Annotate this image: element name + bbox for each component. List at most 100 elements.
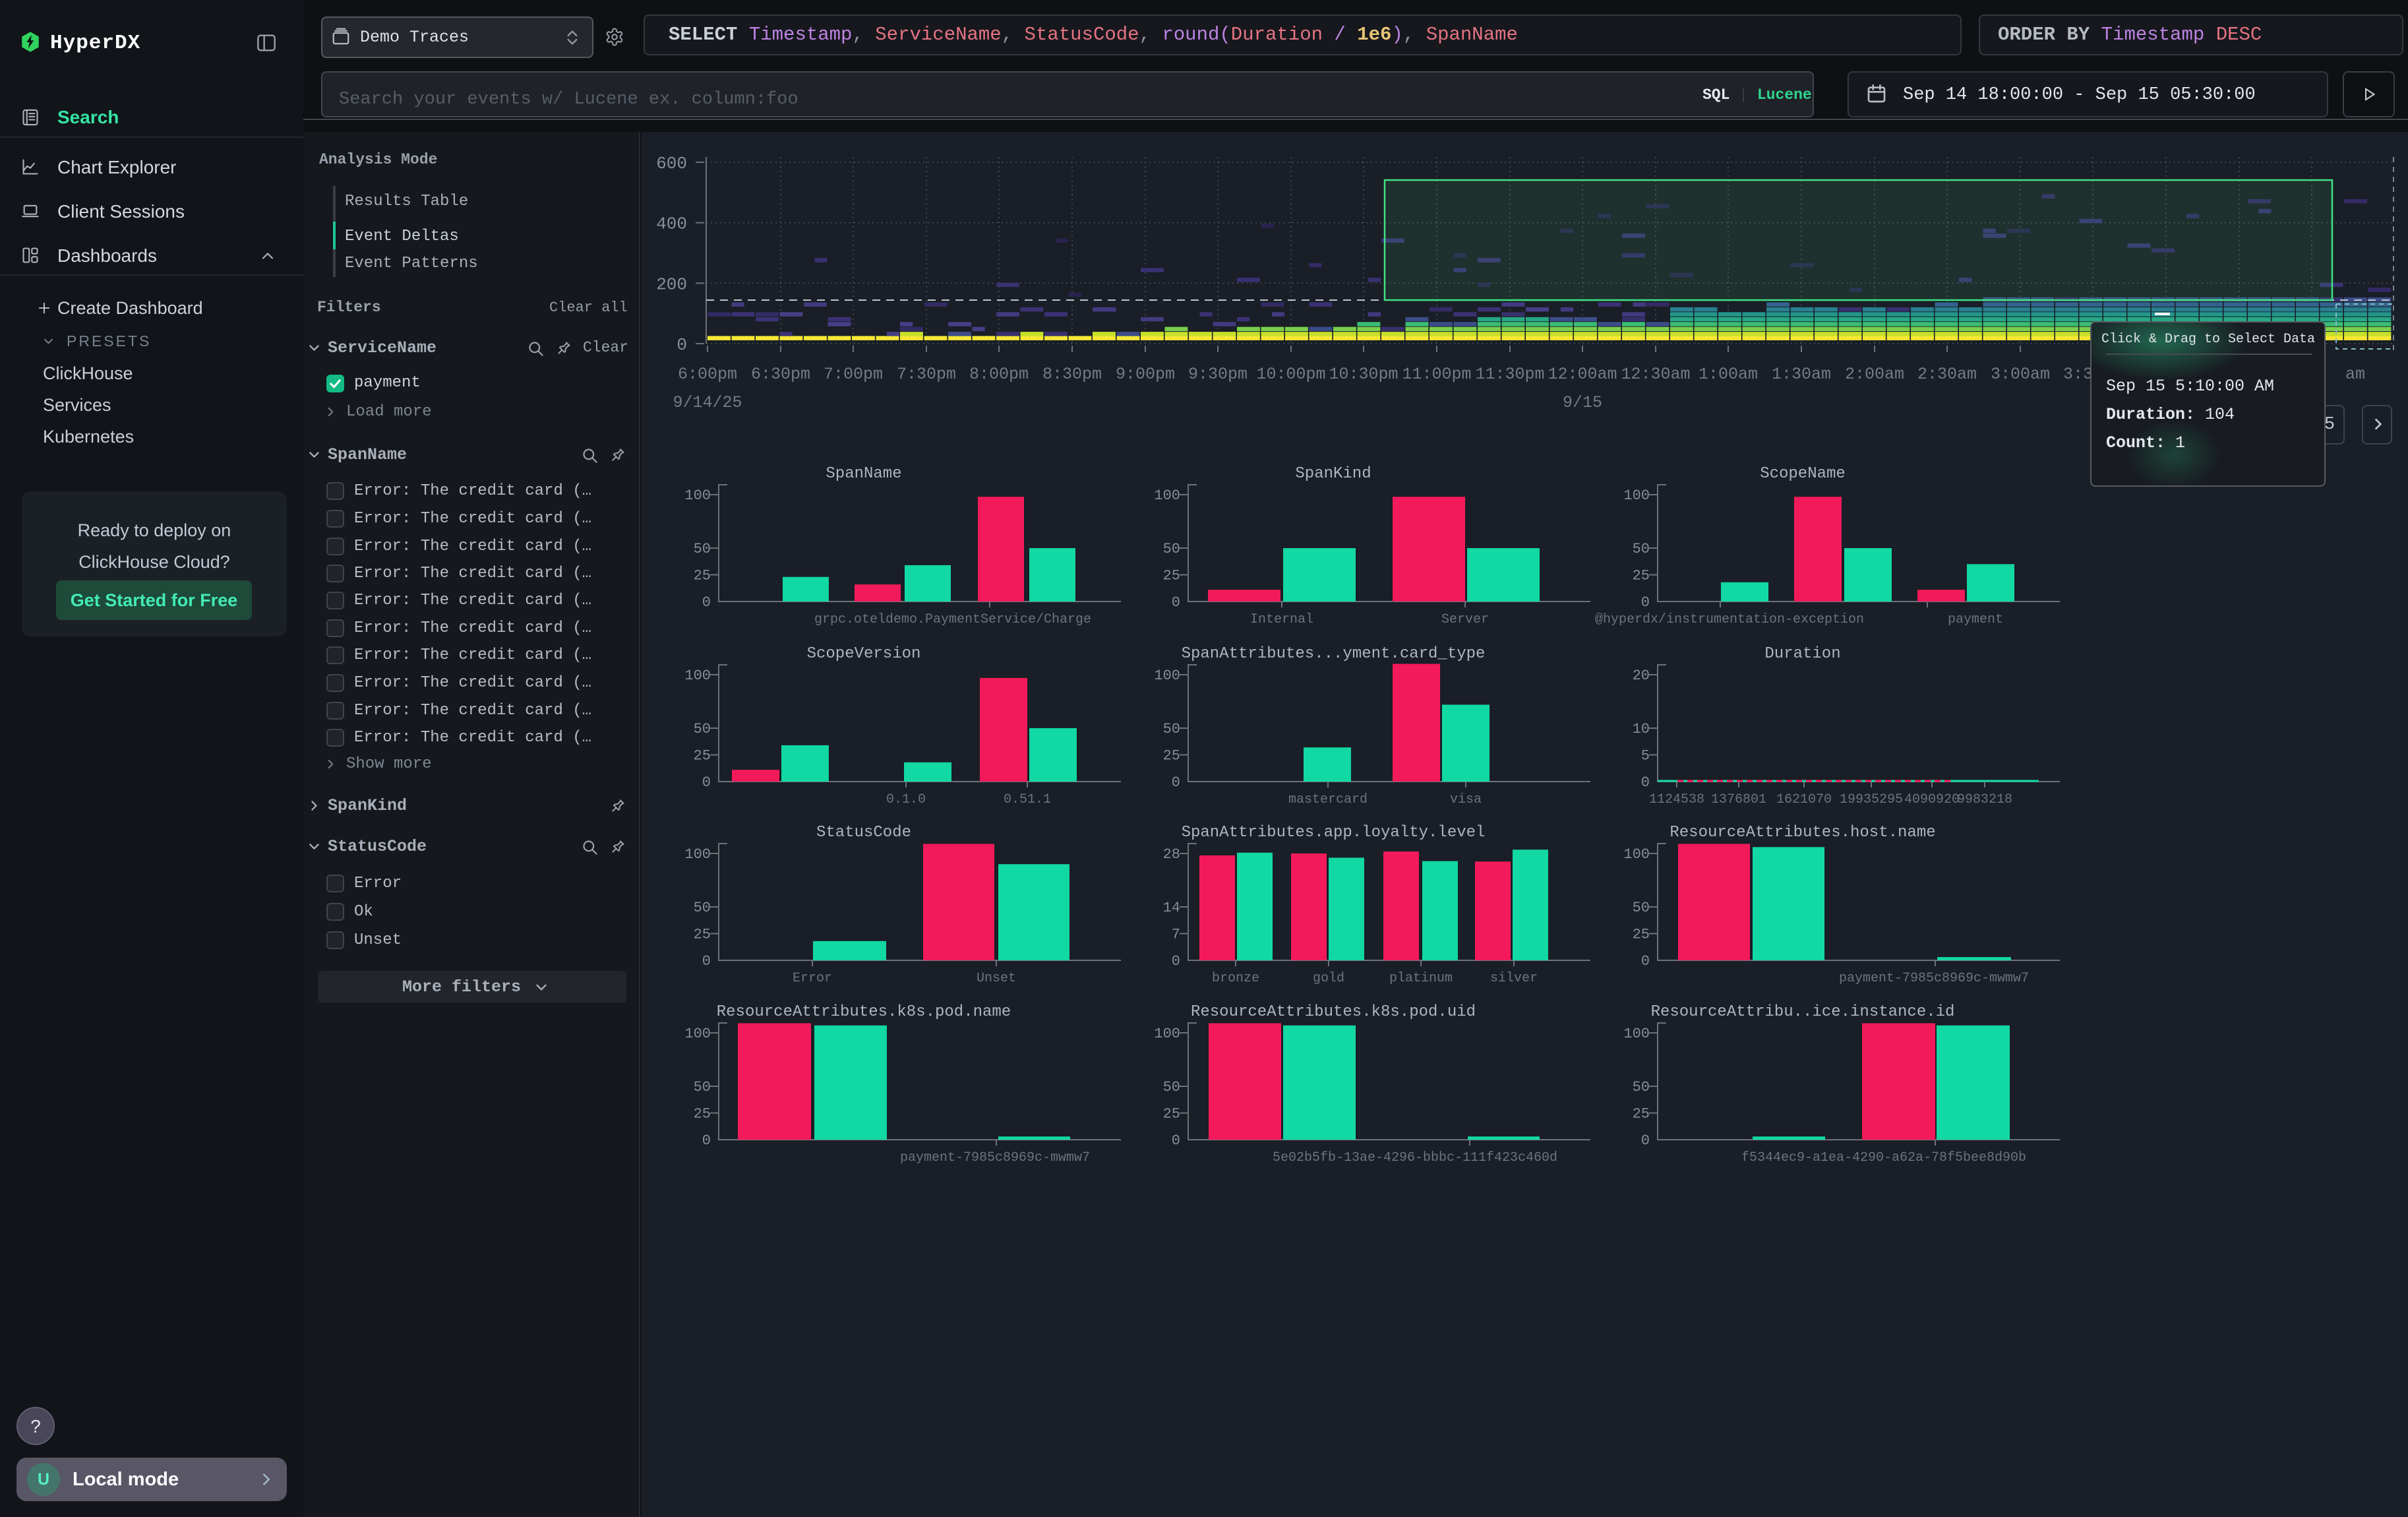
svg-text:payment-7985c8969c-mwmw7: payment-7985c8969c-mwmw7	[900, 1150, 1090, 1165]
svg-text:0: 0	[702, 774, 711, 791]
svg-text:SpanAttributes.app.loyalty.lev: SpanAttributes.app.loyalty.level	[1182, 824, 1486, 842]
svg-text:50: 50	[694, 1079, 711, 1096]
svg-text:100: 100	[684, 846, 711, 863]
svg-text:12:00am: 12:00am	[1548, 365, 1617, 384]
svg-text:grpc.oteldemo.PaymentService/C: grpc.oteldemo.PaymentService/Charge	[814, 612, 1091, 627]
svg-text:1621070: 1621070	[1776, 792, 1832, 807]
svg-text:0: 0	[1172, 774, 1180, 791]
svg-text:9983218: 9983218	[1957, 792, 2012, 807]
svg-text:Internal: Internal	[1250, 612, 1313, 627]
svg-text:400: 400	[656, 214, 687, 234]
svg-text:9:30pm: 9:30pm	[1188, 365, 1248, 384]
svg-text:10: 10	[1633, 721, 1650, 737]
svg-text:2:00am: 2:00am	[1845, 365, 1904, 384]
svg-text:@hyperdx/instrumentation-excep: @hyperdx/instrumentation-exception	[1595, 612, 1864, 627]
svg-text:6:00pm: 6:00pm	[678, 365, 737, 384]
svg-text:200: 200	[656, 274, 687, 294]
svg-text:50: 50	[1633, 541, 1650, 557]
svg-text:25: 25	[1633, 1106, 1650, 1123]
svg-text:10:00pm: 10:00pm	[1256, 365, 1325, 384]
svg-text:platinum: platinum	[1389, 971, 1453, 986]
svg-text:visa: visa	[1450, 792, 1482, 807]
svg-text:0: 0	[1641, 953, 1650, 970]
svg-text:4090920: 4090920	[1904, 792, 1960, 807]
svg-text:50: 50	[1633, 1079, 1650, 1096]
svg-text:0: 0	[1172, 594, 1180, 611]
svg-text:0: 0	[702, 1132, 711, 1149]
svg-text:100: 100	[1154, 667, 1180, 684]
svg-text:Server: Server	[1441, 612, 1489, 627]
svg-text:50: 50	[694, 541, 711, 557]
svg-text:SpanName: SpanName	[826, 465, 901, 483]
svg-text:11:30pm: 11:30pm	[1475, 365, 1544, 384]
svg-text:50: 50	[694, 900, 711, 916]
svg-text:9/14/25: 9/14/25	[673, 393, 742, 412]
svg-text:10:30pm: 10:30pm	[1329, 365, 1398, 384]
svg-text:1376801: 1376801	[1711, 792, 1766, 807]
svg-text:100: 100	[1623, 1026, 1650, 1042]
svg-text:0: 0	[1641, 774, 1650, 791]
svg-text:Error: Error	[793, 971, 832, 986]
svg-text:50: 50	[694, 721, 711, 737]
svg-text:8:00pm: 8:00pm	[969, 365, 1029, 384]
svg-text:50: 50	[1163, 721, 1180, 737]
svg-text:100: 100	[1154, 1026, 1180, 1042]
svg-text:5: 5	[1641, 748, 1650, 764]
svg-text:7:30pm: 7:30pm	[897, 365, 956, 384]
svg-text:50: 50	[1163, 541, 1180, 557]
svg-text:0.1.0: 0.1.0	[886, 792, 926, 807]
svg-text:25: 25	[1163, 568, 1180, 584]
svg-text:7: 7	[1172, 927, 1180, 943]
svg-text:0: 0	[1172, 1132, 1180, 1149]
svg-text:100: 100	[1154, 487, 1180, 504]
svg-text:silver: silver	[1490, 971, 1538, 986]
svg-text:StatusCode: StatusCode	[816, 824, 911, 842]
svg-text:100: 100	[684, 487, 711, 504]
svg-text:payment: payment	[1948, 612, 2003, 627]
svg-text:25: 25	[1633, 568, 1650, 584]
svg-text:25: 25	[1633, 927, 1650, 943]
svg-text:25: 25	[694, 1106, 711, 1123]
svg-text:payment-7985c8969c-mwmw7: payment-7985c8969c-mwmw7	[1839, 971, 2029, 986]
svg-text:3:00am: 3:00am	[1991, 365, 2050, 384]
svg-text:6:30pm: 6:30pm	[751, 365, 810, 384]
svg-text:Duration: Duration	[1764, 645, 1840, 663]
svg-text:100: 100	[684, 1026, 711, 1042]
svg-text:600: 600	[656, 154, 687, 173]
svg-text:ResourceAttributes.k8s.pod.uid: ResourceAttributes.k8s.pod.uid	[1191, 1003, 1476, 1021]
svg-text:gold: gold	[1313, 971, 1344, 986]
svg-text:28: 28	[1163, 846, 1180, 863]
svg-text:1:30am: 1:30am	[1772, 365, 1831, 384]
svg-text:0: 0	[702, 953, 711, 970]
svg-text:5e02b5fb-13ae-4296-bbbc-111f42: 5e02b5fb-13ae-4296-bbbc-111f423c460d	[1273, 1150, 1557, 1165]
svg-text:ScopeName: ScopeName	[1760, 465, 1846, 483]
svg-text:ResourceAttributes.host.name: ResourceAttributes.host.name	[1670, 824, 1935, 842]
svg-text:1:00am: 1:00am	[1699, 365, 1758, 384]
svg-text:7:00pm: 7:00pm	[824, 365, 883, 384]
svg-text:ResourceAttribu..ice.instance.: ResourceAttribu..ice.instance.id	[1651, 1003, 1955, 1021]
svg-text:12:30am: 12:30am	[1621, 365, 1690, 384]
svg-text:20: 20	[1633, 667, 1650, 684]
svg-text:f5344ec9-a1ea-4290-a62a-78f5be: f5344ec9-a1ea-4290-a62a-78f5bee8d90b	[1741, 1150, 2026, 1165]
svg-text:100: 100	[684, 667, 711, 684]
svg-text:2:30am: 2:30am	[1917, 365, 1977, 384]
svg-text:0: 0	[1641, 1132, 1650, 1149]
svg-text:50: 50	[1163, 1079, 1180, 1096]
svg-text:ResourceAttributes.k8s.pod.nam: ResourceAttributes.k8s.pod.name	[717, 1003, 1011, 1021]
svg-text:0: 0	[1172, 953, 1180, 970]
svg-text:8:30pm: 8:30pm	[1042, 365, 1102, 384]
svg-text:25: 25	[1163, 1106, 1180, 1123]
svg-text:0: 0	[677, 335, 687, 355]
svg-text:11:00pm: 11:00pm	[1402, 365, 1471, 384]
svg-text:25: 25	[694, 927, 711, 943]
svg-text:1124538: 1124538	[1649, 792, 1704, 807]
svg-text:bronze: bronze	[1212, 971, 1259, 986]
svg-text:19935295: 19935295	[1840, 792, 1903, 807]
svg-text:SpanKind: SpanKind	[1295, 465, 1371, 483]
svg-text:0: 0	[702, 594, 711, 611]
svg-text:100: 100	[1623, 846, 1650, 863]
svg-text:25: 25	[694, 748, 711, 764]
svg-text:9:00pm: 9:00pm	[1116, 365, 1175, 384]
svg-text:14: 14	[1163, 900, 1180, 916]
svg-text:SpanAttributes...yment.card_ty: SpanAttributes...yment.card_type	[1182, 645, 1486, 663]
